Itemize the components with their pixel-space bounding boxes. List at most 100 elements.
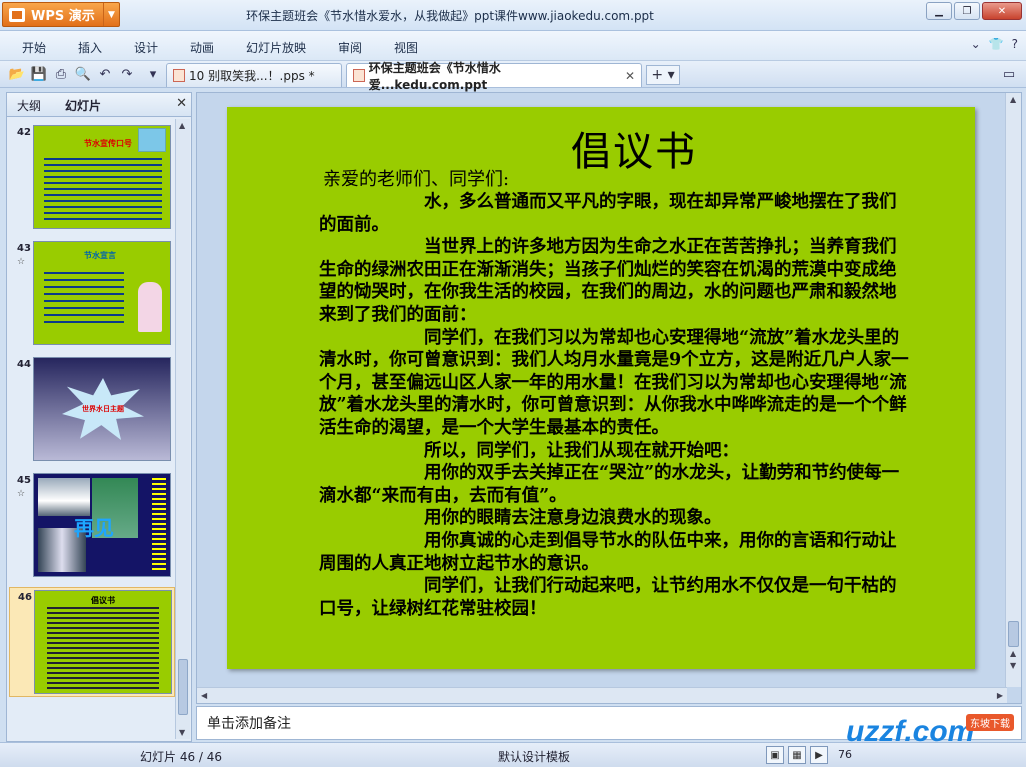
thumb-title: 节水宣言 — [84, 251, 116, 260]
menu-design[interactable]: 设计 — [134, 39, 158, 56]
close-button[interactable]: ✕ — [982, 2, 1022, 20]
scroll-up-arrow-icon[interactable]: ▲ — [179, 121, 185, 130]
thumb-image — [138, 128, 166, 152]
tab-slides[interactable]: 幻灯片 — [65, 97, 101, 114]
menu-animation[interactable]: 动画 — [190, 39, 214, 56]
wps-presentation-window: WPS 演示 ▼ 环保主题班会《节水惜水爱水，从我做起》ppt课件www.jia… — [0, 0, 1026, 767]
scroll-left-arrow-icon[interactable]: ◀ — [201, 691, 207, 700]
scroll-right-arrow-icon[interactable]: ▶ — [997, 691, 1003, 700]
animation-star-icon: ☆ — [17, 489, 26, 499]
selected-slide-highlight: 46 倡议书 — [9, 587, 175, 697]
thumb-mountain-image — [38, 478, 90, 516]
editor-horizontal-scrollbar[interactable]: ◀ ▶ — [197, 687, 1007, 703]
close-icon[interactable]: ✕ — [176, 96, 187, 111]
thumb-title: 倡议书 — [91, 596, 115, 605]
menu-home[interactable]: 开始 — [22, 39, 46, 56]
ppt-file-icon — [353, 69, 365, 82]
tab-document-1[interactable]: 10 别取笑我...！.pps * — [166, 63, 342, 87]
slideshow-icon[interactable]: ▶ — [810, 746, 828, 764]
thumb-text-lines — [152, 478, 166, 572]
slide-thumbnail-46[interactable]: 倡议书 — [34, 590, 172, 694]
thumb-text-lines — [47, 607, 159, 689]
menu-bar: 开始 插入 设计 动画 幻灯片放映 审阅 视图 ⌄ 👕 ? — [0, 31, 1026, 61]
undo-icon[interactable]: ↶ — [96, 65, 114, 83]
open-folder-icon[interactable]: 📂 — [8, 65, 26, 83]
next-slide-icon[interactable]: ▼ — [1010, 661, 1016, 670]
site-watermark: uzzf.com 东坡下载 — [846, 704, 1022, 760]
thumb-text-lines — [44, 158, 162, 222]
thumb-number: 44 — [17, 359, 31, 370]
thumb-title: 节水宣传口号 — [84, 139, 132, 148]
slide-counter: 幻灯片 46 / 46 — [140, 750, 223, 764]
skin-shirt-icon[interactable]: 👕 — [989, 37, 1004, 51]
window-controls: ▁ ❐ ✕ — [926, 2, 1022, 20]
quick-access-toolbar: 📂 💾 ⎙ 🔍 ↶ ↷ ▾ 10 别取笑我...！.pps * 环保主题班会《节… — [0, 61, 1026, 92]
thumb-title: 世界水日主题 — [82, 405, 124, 413]
current-slide[interactable]: 倡议书 亲爱的老师们、同学们: 水，多么普通而又平凡的字眼，现在却异常严峻地摆在… — [227, 107, 975, 669]
watermark-logo: uzzf.com — [846, 715, 975, 748]
new-tab-button[interactable]: + ▾ — [646, 65, 680, 85]
slide-thumbnail-42[interactable]: 节水宣传口号 — [33, 125, 171, 229]
menu-review[interactable]: 审阅 — [338, 39, 362, 56]
chevron-down-icon[interactable]: ▼ — [103, 3, 119, 26]
menu-insert[interactable]: 插入 — [78, 39, 102, 56]
slide-thumbnail-43[interactable]: 节水宣言 — [33, 241, 171, 345]
slide-panel: 大纲 幻灯片 ✕ 42 节水宣传口号 43 ☆ 节水宣言 44 世界水日主题 4… — [6, 92, 192, 742]
chevron-up-icon[interactable]: ⌄ — [971, 37, 981, 51]
animation-star-icon: ☆ — [17, 257, 26, 267]
slide-sorter-icon[interactable]: ▦ — [788, 746, 806, 764]
body-paragraph: 同学们，让我们行动起来吧，让节约用水不仅仅是一句干枯的口号，让绿树红花常驻校园！ — [319, 576, 897, 619]
panel-scrollbar[interactable]: ▲ ▼ — [175, 119, 190, 739]
scroll-up-arrow-icon[interactable]: ▲ — [1010, 95, 1016, 104]
body-paragraph: 当世界上的许多地方因为生命之水正在苦苦挣扎；当养育我们生命的绿洲农田正在渐渐消失… — [319, 237, 897, 325]
print-preview-icon[interactable]: 🔍 — [74, 65, 92, 83]
slide-thumbnail-44[interactable]: 世界水日主题 — [33, 357, 171, 461]
body-paragraph: 用你真诚的心走到倡导节水的队伍中来，用你的言语和行动让周围的人真正地树立起节水的… — [319, 530, 897, 574]
document-title: 环保主题班会《节水惜水爱水，从我做起》ppt课件www.jiaokedu.com… — [246, 9, 654, 23]
scroll-thumb[interactable] — [1008, 621, 1019, 647]
notes-placeholder: 单击添加备注 — [207, 716, 291, 732]
menu-right-controls: ⌄ 👕 ? — [971, 37, 1018, 51]
redo-icon[interactable]: ↷ — [118, 65, 136, 83]
scroll-down-arrow-icon[interactable]: ▼ — [179, 728, 185, 737]
tab-outline[interactable]: 大纲 — [17, 97, 41, 114]
help-icon[interactable]: ? — [1012, 37, 1018, 51]
thumb-number: 46 — [18, 592, 32, 603]
thumb-image — [138, 282, 162, 332]
tab-label: 10 别取笑我...！.pps * — [189, 69, 315, 83]
print-icon[interactable]: ⎙ — [52, 65, 70, 83]
slide-thumbnail-45[interactable]: 再见 — [33, 473, 171, 577]
thumb-number: 42 — [17, 127, 31, 138]
menu-view[interactable]: 视图 — [394, 39, 418, 56]
previous-slide-icon[interactable]: ▲ — [1010, 649, 1016, 658]
thumb-number: 45 — [17, 475, 31, 486]
menu-slideshow[interactable]: 幻灯片放映 — [246, 39, 306, 56]
slide-salutation[interactable]: 亲爱的老师们、同学们: — [323, 165, 509, 191]
slide-body-text[interactable]: 水，多么普通而又平凡的字眼，现在却异常严峻地摆在了我们的面前。 当世界上的许多地… — [319, 191, 911, 620]
toolbar-dropdown-icon[interactable]: ▾ — [144, 65, 162, 83]
scroll-thumb[interactable] — [178, 659, 188, 715]
wps-app-menu-button[interactable]: WPS 演示 ▼ — [2, 2, 120, 27]
thumb-title: 再见 — [74, 516, 114, 540]
thumb-text-lines — [44, 272, 124, 328]
maximize-button[interactable]: ❐ — [954, 2, 980, 20]
editor-vertical-scrollbar[interactable]: ▲ ▲ ▼ — [1005, 93, 1021, 687]
ppt-file-icon — [173, 69, 185, 82]
tab-label: 环保主题班会《节水惜水爱...kedu.com.ppt — [368, 60, 501, 92]
tab-document-2[interactable]: 环保主题班会《节水惜水爱...kedu.com.ppt ✕ — [346, 61, 642, 92]
watermark-subtitle: 东坡下载 — [966, 714, 1014, 731]
body-paragraph: 同学们，在我们习以为常却也心安理得地“流放”着水龙头里的清水时，你可曾意识到：我… — [319, 327, 909, 438]
body-paragraph: 用你的眼睛去注意身边浪费水的现象。 — [424, 508, 722, 529]
save-icon[interactable]: 💾 — [30, 65, 48, 83]
slide-title[interactable]: 倡议书 — [571, 119, 697, 177]
minimize-button[interactable]: ▁ — [926, 2, 952, 20]
window-layout-icon[interactable]: ▭ — [1000, 65, 1018, 83]
normal-view-icon[interactable]: ▣ — [766, 746, 784, 764]
wps-logo-icon — [9, 7, 25, 22]
body-paragraph: 所以，同学们，让我们从现在就开始吧： — [424, 440, 739, 461]
app-name: WPS 演示 — [31, 9, 95, 24]
tab-close-icon[interactable]: ✕ — [625, 69, 635, 83]
panel-tabs: 大纲 幻灯片 ✕ — [7, 93, 191, 117]
body-paragraph: 水，多么普通而又平凡的字眼，现在却异常严峻地摆在了我们的面前。 — [319, 192, 897, 235]
design-template-name: 默认设计模板 — [498, 750, 571, 764]
